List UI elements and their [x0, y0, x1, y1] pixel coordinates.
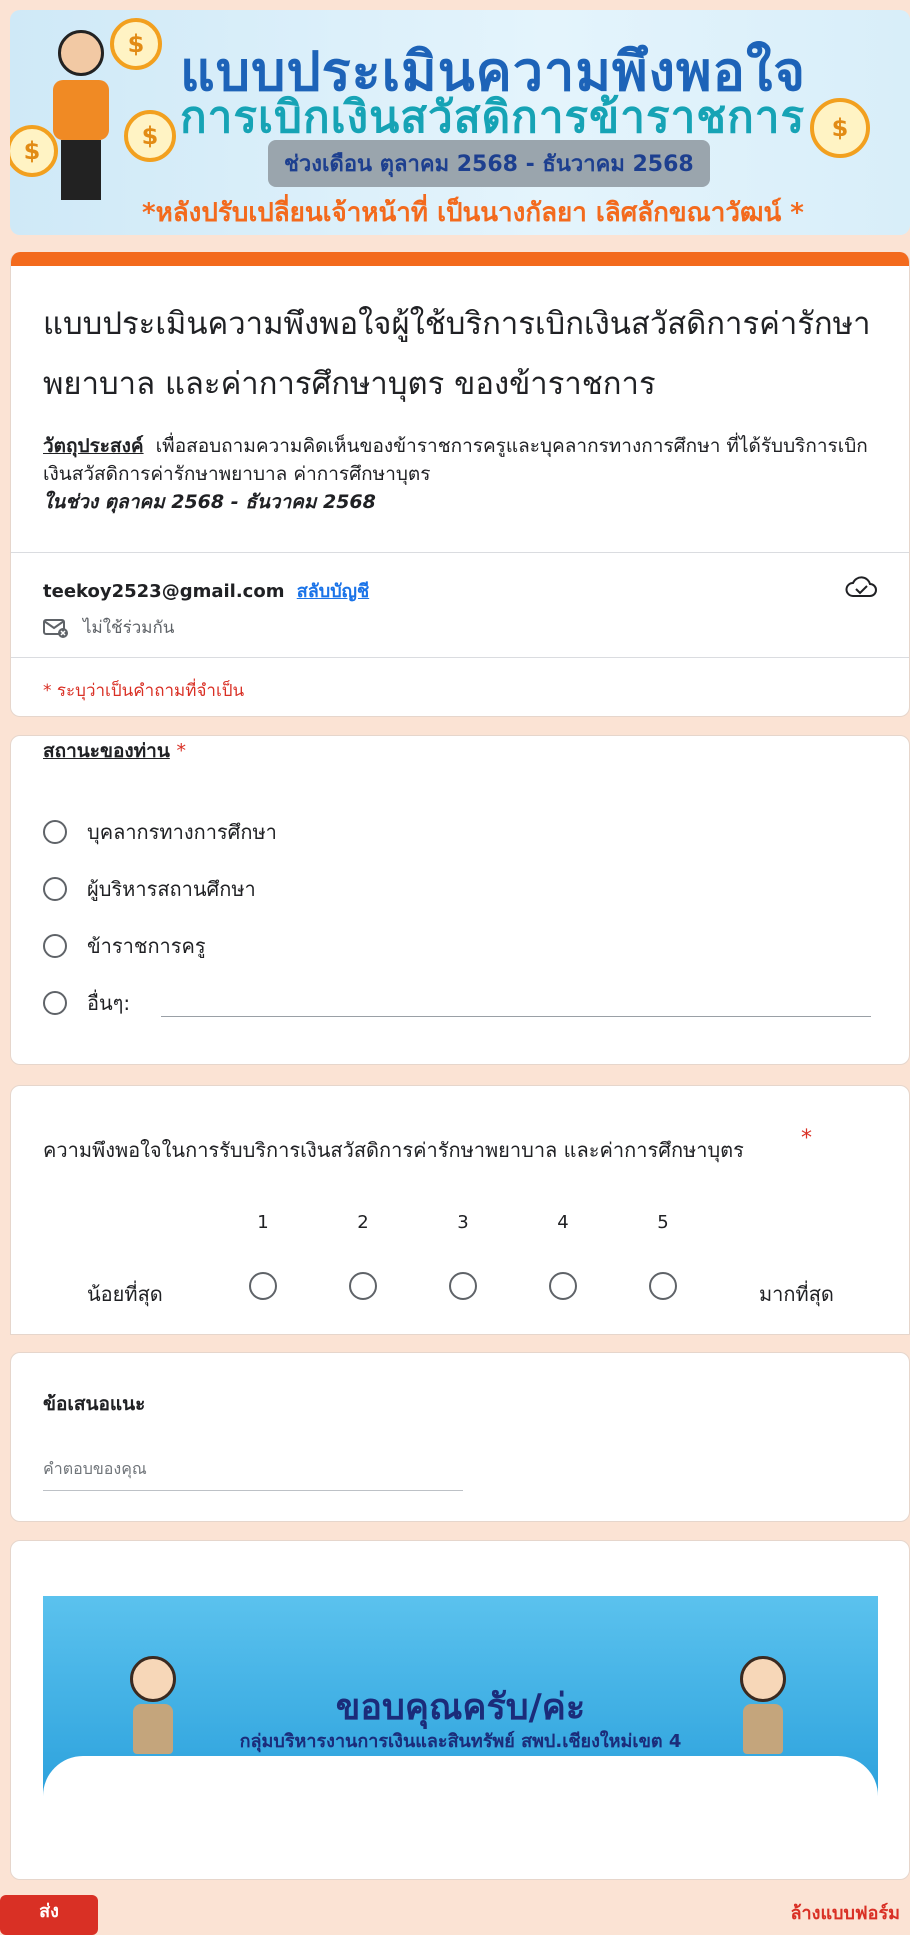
scale-low-label: น้อยที่สุด [87, 1282, 163, 1306]
option-label: ผู้บริหารสถานศึกษา [87, 877, 256, 901]
submit-button[interactable]: ส่ง [0, 1895, 98, 1935]
switch-account-link[interactable]: สลับบัญชี [297, 581, 369, 602]
required-asterisk: * [176, 740, 186, 762]
divider [11, 552, 909, 553]
other-text-input[interactable] [161, 1016, 871, 1017]
option-label: บุคลากรทางการศึกษา [87, 820, 277, 844]
scale-high-label: มากที่สุด [759, 1282, 834, 1306]
clear-form-link[interactable]: ล้างแบบฟอร์ม [791, 1898, 900, 1927]
banner-note: *หลังปรับเปลี่ยนเจ้าหน้าที่ เป็นนางกัลยา… [142, 198, 804, 228]
radio-option-other[interactable]: อื่นๆ: [43, 987, 130, 1019]
radio-button[interactable] [43, 991, 67, 1015]
question-title: ความพึงพอใจในการรับบริการเงินสวัสดิการค่… [43, 1138, 744, 1162]
scale-number: 3 [457, 1212, 469, 1233]
not-shared-info: ไม่ใช้ร่วมกัน [43, 614, 174, 641]
question-label: สถานะของท่าน * [43, 736, 186, 766]
scale-number: 5 [657, 1212, 669, 1233]
person-illustration [46, 30, 116, 210]
radio-button[interactable] [43, 934, 67, 958]
scale-number: 2 [357, 1212, 369, 1233]
thank-you-card: ขอบคุณครับ/ค่ะ กลุ่มบริหารงานการเงินและส… [10, 1540, 910, 1880]
scale-radio-5[interactable] [649, 1272, 677, 1300]
question-satisfaction-card: ความพึงพอใจในการรับบริการเงินสวัสดิการค่… [10, 1085, 910, 1335]
scale-number: 4 [557, 1212, 569, 1233]
required-note: * ระบุว่าเป็นคำถามที่จำเป็น [43, 681, 245, 701]
radio-button[interactable] [43, 820, 67, 844]
radio-button[interactable] [43, 877, 67, 901]
radio-option-admin[interactable]: ผู้บริหารสถานศึกษา [43, 873, 256, 905]
scale-radio-1[interactable] [249, 1272, 277, 1300]
question-title: ข้อเสนอแนะ [43, 1393, 146, 1415]
dollar-coin-icon: $ [810, 98, 870, 158]
cloud-decoration [43, 1756, 878, 1806]
account-info: teekoy2523@gmail.com สลับบัญชี [43, 576, 369, 605]
purpose-label: วัตถุประสงค์ [43, 435, 144, 457]
scale-radio-3[interactable] [449, 1272, 477, 1300]
dollar-coin-icon: $ [124, 110, 176, 162]
scale-number: 1 [257, 1212, 269, 1233]
required-asterisk: * [801, 1126, 812, 1151]
question-suggestion-card: ข้อเสนอแนะ คำตอบของคุณ [10, 1352, 910, 1522]
thank-you-image: ขอบคุณครับ/ค่ะ กลุ่มบริหารงานการเงินและส… [43, 1596, 878, 1806]
cloud-saved-icon[interactable] [845, 574, 877, 604]
purpose-period: ในช่วง ตุลาคม 2568 - ธันวาคม 2568 [43, 491, 376, 513]
form-title: แบบประเมินความพึงพอใจผู้ใช้บริการเบิกเงิ… [43, 306, 871, 402]
mail-off-icon [43, 619, 68, 638]
question-title: สถานะของท่าน [43, 740, 170, 762]
purpose-text: เพื่อสอบถามความคิดเห็นของข้าราชการครูและ… [43, 435, 868, 485]
divider [11, 657, 909, 658]
thank-you-subtext: กลุ่มบริหารงานการเงินและสินทรัพย์ สพป.เช… [239, 1731, 682, 1752]
form-header-card: แบบประเมินความพึงพอใจผู้ใช้บริการเบิกเงิ… [10, 252, 910, 717]
not-shared-label: ไม่ใช้ร่วมกัน [83, 618, 175, 638]
scale-radio-4[interactable] [549, 1272, 577, 1300]
form-description: วัตถุประสงค์ เพื่อสอบถามความคิดเห็นของข้… [43, 432, 877, 516]
option-label: อื่นๆ: [87, 991, 131, 1015]
radio-option-staff[interactable]: บุคลากรทางการศึกษา [43, 816, 277, 848]
suggestion-input[interactable]: คำตอบของคุณ [43, 1457, 463, 1491]
account-email: teekoy2523@gmail.com [43, 581, 285, 602]
banner-period: ช่วงเดือน ตุลาคม 2568 - ธันวาคม 2568 [268, 140, 710, 187]
scale-radio-2[interactable] [349, 1272, 377, 1300]
option-label: ข้าราชการครู [87, 934, 206, 958]
radio-option-teacher[interactable]: ข้าราชการครู [43, 930, 206, 962]
header-banner-image: $ $ $ $ แบบประเมินความพึงพอใจ การเบิกเงิ… [10, 10, 910, 235]
accent-bar [11, 252, 909, 266]
question-status-card: สถานะของท่าน * บุคลากรทางการศึกษา ผู้บริ… [10, 735, 910, 1065]
dollar-coin-icon: $ [110, 18, 162, 70]
